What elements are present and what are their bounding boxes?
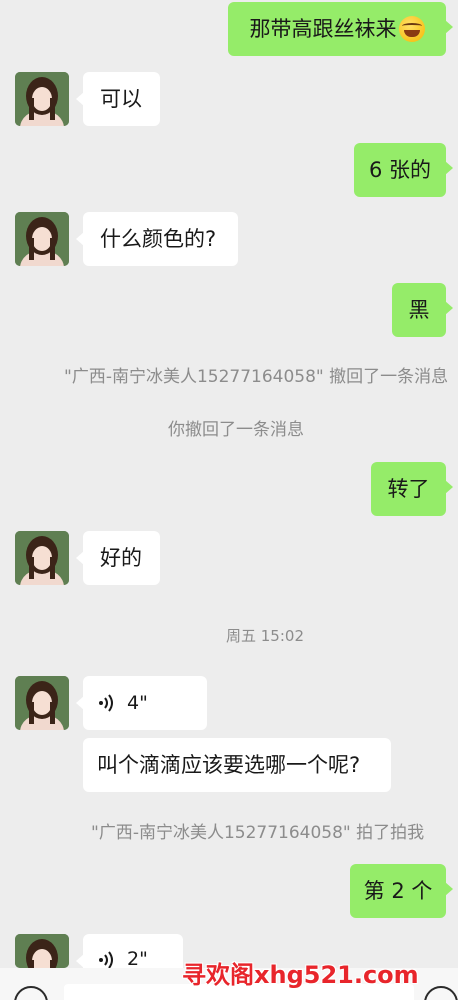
message-text: 叫个滴滴应该要选哪一个呢? [97,752,361,777]
message-text: 黑 [408,297,430,322]
message-bubble-me[interactable]: 黑 [392,283,453,337]
message-text: 可以 [100,86,142,111]
contact-avatar[interactable] [15,676,69,730]
message-bubble-me[interactable]: 转了 [371,462,453,516]
message-bubble-them[interactable]: 好的 [76,531,160,585]
message-text: 好的 [100,545,142,570]
contact-avatar[interactable] [15,72,69,126]
voice-message-bubble[interactable]: 4" [76,676,207,730]
message-text: 什么颜色的? [100,226,217,251]
message-text: 第 2 个 [363,878,433,903]
voice-duration: 4" [127,691,148,714]
message-bubble-them[interactable]: 叫个滴滴应该要选哪一个呢? [83,738,391,792]
system-recall-self-notice: 你撤回了一条消息 [168,420,304,440]
message-text: 那带高跟丝袜来 [249,16,397,41]
system-pat-notice: "广西-南宁冰美人15277164058" 拍了拍我 [91,823,425,843]
watermark-text: 寻欢阁xhg521.com [182,961,419,989]
message-bubble-them[interactable]: 可以 [76,72,160,126]
message-text: 转了 [387,476,430,501]
voice-wave-icon [99,951,113,969]
voice-wave-icon [99,694,113,712]
system-recall-notice: "广西-南宁冰美人15277164058" 撤回了一条消息 [64,367,449,387]
chat-timestamp: 周五 15:02 [226,627,304,645]
message-bubble-me[interactable]: 6 张的 [354,143,453,197]
contact-avatar[interactable] [15,934,69,968]
voice-duration: 2" [127,948,148,970]
rolling-laughing-emoji-icon [398,16,425,42]
message-bubble-me[interactable]: 那带高跟丝袜来 [228,2,453,56]
message-bubble-them[interactable]: 什么颜色的? [76,212,238,266]
contact-avatar[interactable] [15,531,69,585]
message-bubble-me[interactable]: 第 2 个 [350,864,453,918]
message-text: 6 张的 [368,157,432,182]
contact-avatar[interactable] [15,212,69,266]
